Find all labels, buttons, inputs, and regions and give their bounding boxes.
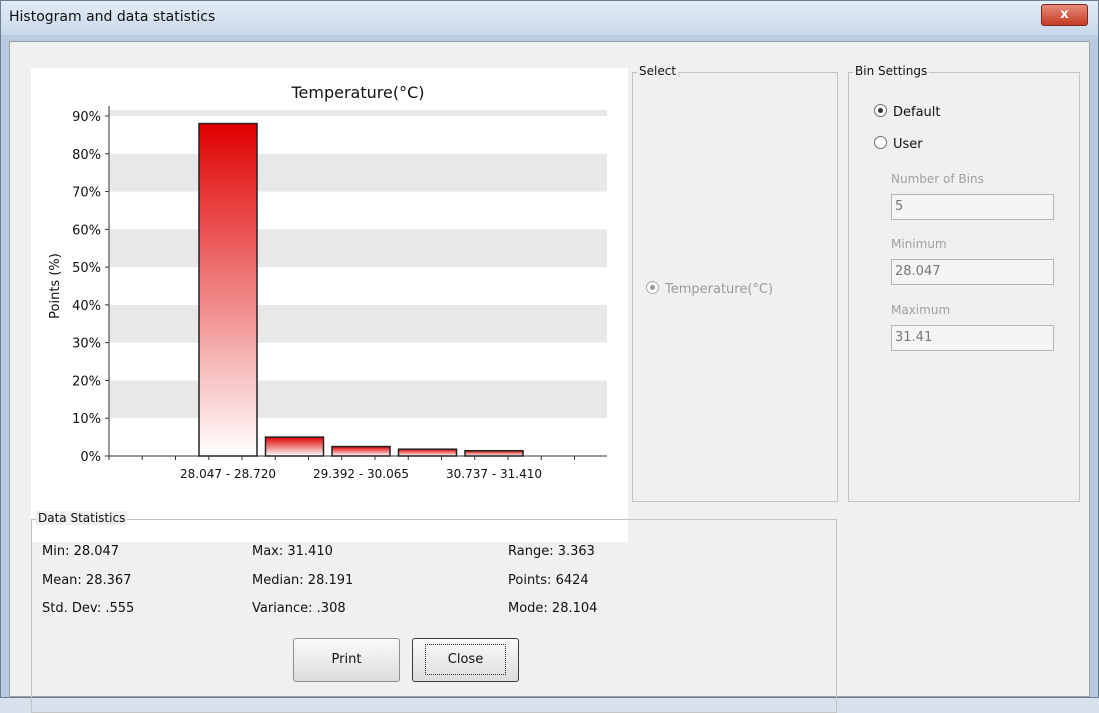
y-tick-label: 70% (72, 186, 101, 201)
data-statistics-label: Data Statistics (36, 511, 128, 525)
y-tick-label: 40% (72, 299, 101, 314)
grid-band (109, 229, 607, 268)
select-option-label: Temperature(°C) (665, 282, 774, 297)
stat-mode: Mode: 28.104 (508, 601, 598, 616)
y-tick-label: 50% (72, 261, 101, 276)
radio-icon (874, 104, 887, 117)
minimum-field[interactable]: 28.047 (891, 259, 1054, 285)
print-button[interactable]: Print (293, 638, 400, 682)
histogram-bar (397, 448, 458, 457)
x-tick-label: 28.047 - 28.720 (180, 467, 276, 481)
radio-default-label: Default (893, 105, 941, 120)
y-tick-label: 20% (72, 374, 101, 389)
select-group: Select Temperature(°C) (632, 64, 838, 502)
number-of-bins-field[interactable]: 5 (891, 194, 1054, 220)
y-tick-label: 30% (72, 337, 101, 352)
chart-title: Temperature(°C) (290, 83, 424, 102)
dialog-client: Temperature(°C) Points (%) 0% 10% 20% 30% 40% 5… (9, 41, 1090, 713)
maximum-label: Maximum (891, 303, 951, 317)
number-of-bins-label: Number of Bins (891, 172, 984, 186)
select-group-label: Select (637, 64, 679, 78)
window-title: Histogram and data statistics (9, 9, 216, 25)
radio-default[interactable]: Default (874, 104, 941, 120)
stat-median: Median: 28.191 (252, 573, 354, 588)
radio-user[interactable]: User (874, 136, 923, 152)
close-button[interactable]: Close (412, 638, 519, 682)
grid-band (109, 153, 607, 192)
close-window-button[interactable]: x (1041, 4, 1088, 26)
stat-variance: Variance: .308 (252, 601, 346, 616)
select-option-temperature[interactable]: Temperature(°C) (646, 281, 773, 297)
grid-band (109, 304, 607, 343)
bin-settings-group: Bin Settings Default User Number of Bins… (848, 64, 1080, 502)
stat-range: Range: 3.363 (508, 544, 595, 559)
title-bar: Histogram and data statistics x (1, 1, 1098, 35)
radio-icon (874, 136, 887, 149)
y-tick-label: 10% (72, 412, 101, 427)
stat-points: Points: 6424 (508, 573, 589, 588)
close-button-label: Close (424, 644, 507, 675)
x-tick-label: 30.737 - 31.410 (446, 467, 542, 481)
grid-band (109, 380, 607, 419)
bin-settings-label: Bin Settings (853, 64, 930, 78)
data-statistics-group: Data Statistics Min: 28.047 Max: 31.410 … (31, 511, 837, 713)
histogram-panel: Temperature(°C) Points (%) 0% 10% 20% 30% 40% 5… (31, 68, 628, 542)
radio-icon (646, 281, 659, 294)
stat-min: Min: 28.047 (42, 544, 120, 559)
x-tick-label: 29.392 - 30.065 (313, 467, 409, 481)
y-tick-label: 60% (72, 223, 101, 238)
histogram-chart: Temperature(°C) Points (%) 0% 10% 20% 30% 40% 5… (48, 83, 607, 481)
stat-max: Max: 31.410 (252, 544, 333, 559)
dialog-window: Histogram and data statistics x Temperat… (0, 0, 1099, 713)
y-tick-label: 0% (80, 450, 101, 465)
y-tick-label: 90% (72, 110, 101, 125)
y-axis-label: Points (%) (48, 253, 63, 319)
minimum-label: Minimum (891, 237, 947, 251)
close-icon: x (1060, 7, 1069, 22)
grid-band (109, 110, 607, 116)
histogram-bar (198, 122, 258, 457)
stat-std-dev: Std. Dev: .555 (42, 601, 135, 616)
print-button-label: Print (331, 652, 362, 667)
maximum-field[interactable]: 31.41 (891, 325, 1054, 351)
stat-mean: Mean: 28.367 (42, 573, 132, 588)
histogram-bar (264, 436, 325, 457)
radio-user-label: User (893, 137, 923, 152)
y-tick-label: 80% (72, 148, 101, 163)
histogram-bar (331, 445, 391, 457)
histogram-bar (464, 449, 524, 457)
